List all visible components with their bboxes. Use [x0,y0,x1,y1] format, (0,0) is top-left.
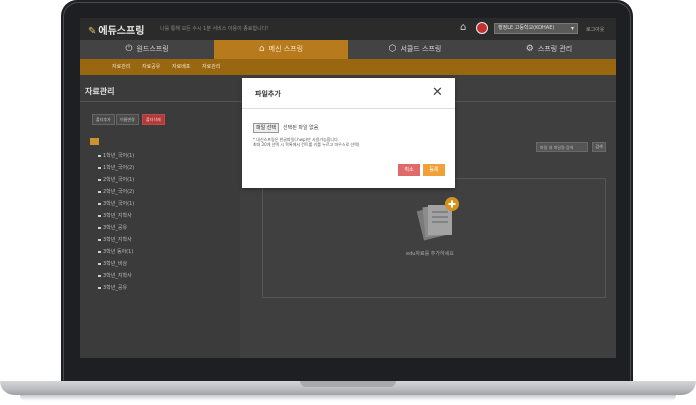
tree-item[interactable]: 3학년_국어(1) [98,200,134,207]
logout-link[interactable]: 로그아웃 [586,26,604,33]
sub-nav: 자료관리 자료공유 자료배포 자료관리 [80,59,616,75]
file-select-button[interactable]: 파일 선택 [253,123,279,133]
power-icon: ⏻ [125,44,133,54]
folder-icon [98,262,101,265]
school-select-value: 행정LE 고등학교(KOHAE) [498,25,555,31]
add-document-icon [416,197,459,241]
logo-text: 에듀스프링 [98,26,145,37]
folder-icon [98,274,101,277]
tree-item[interactable]: 3학년_비상 [98,260,127,267]
cube-icon: ⬡ [388,44,397,54]
nav-item-circle[interactable]: ⬡ 서클드 스프링 [348,40,482,59]
folder-icon [98,226,101,229]
empty-state-text: edu자료를 추가하세요 [406,251,454,257]
folder-icon [98,178,101,181]
close-icon[interactable]: ✕ [432,86,443,99]
tree-item[interactable]: 1학년_국어(1) [98,152,134,159]
logo-icon: ✎ [88,26,97,37]
tree-item[interactable]: 3학년 동아(1) [98,248,133,255]
avatar[interactable] [476,22,488,34]
search-input[interactable]: 파일 내 파일명 검색 [536,142,588,152]
nav-item-label: 메신 스프링 [268,45,304,53]
tree-item[interactable]: 3학년_공유 [98,224,127,231]
tree-item[interactable]: 3학년_지학사 [98,272,132,279]
tree-item[interactable]: 3학년_지학사 [98,212,132,219]
laptop-notch [300,381,396,387]
laptop-shadow [20,395,676,401]
subnav-item[interactable]: 자료관리 [202,63,220,70]
search-button[interactable]: 검색 [592,142,606,152]
nav-item-naesin[interactable]: ⌂ 메신 스프링 [214,40,348,59]
register-button[interactable]: 등록 [423,164,445,176]
screen: ✎ 에듀스프링 나를 통해 모든 수시 1분 서비스 이용이 종료합니다! ⌂ 행… [80,18,616,358]
tagline: 나를 통해 모든 수시 1분 서비스 이용이 종료합니다! [160,26,269,32]
nav-item-label: 원드스프링 [136,45,169,53]
home-icon: ⌂ [258,44,265,54]
folder-icon [98,190,101,193]
modal-title: 파일추가 [255,90,281,98]
file-status-text: 선택된 파일 없음 [283,125,319,131]
add-folder-button[interactable]: 폴더추가 [92,114,115,125]
page-title: 자료관리 [85,87,115,96]
subnav-item[interactable]: 자료관리 [112,63,130,70]
tree-item[interactable]: 2학년_국어(1) [98,176,134,183]
folder-icon[interactable] [90,138,99,145]
folder-icon [98,214,101,217]
nav-item-label: 스프링 관리 [537,45,573,53]
home-icon[interactable]: ⌂ [460,22,472,34]
nav-item-label: 서클드 스프링 [400,45,442,53]
add-file-modal: 파일추가 ✕ 파일 선택 선택된 파일 없음 * 내신스프링은 한글파일(.hw… [242,78,455,188]
cancel-button[interactable]: 취소 [398,164,420,176]
nav-item-admin[interactable]: ⚙ 스프링 관리 [482,40,616,59]
tree-item[interactable]: 2학년_국어(2) [98,188,134,195]
nav-item-wonde[interactable]: ⏻ 원드스프링 [80,40,214,59]
upload-note: * 내신스프링은 한글파일(.hwp)만 사용가능합니다. 최대 20개 선택 … [253,137,359,147]
divider [242,108,455,109]
tree-item[interactable]: 3학년_지학사 [98,236,132,243]
top-bar: ✎ 에듀스프링 나를 통해 모든 수시 1분 서비스 이용이 종료합니다! ⌂ 행… [80,18,616,40]
subnav-item[interactable]: 자료배포 [172,63,190,70]
tree-item[interactable]: 3학년_공유 [98,284,127,291]
gear-icon: ⚙ [525,44,534,54]
folder-icon [98,286,101,289]
tree-item[interactable]: 1학년_국어(2) [98,164,134,171]
folder-icon [98,202,101,205]
main-nav: ⏻ 원드스프링 ⌂ 메신 스프링 ⬡ 서클드 스프링 ⚙ 스프링 관리 [80,40,616,59]
folder-icon [98,238,101,241]
delete-folder-button[interactable]: 폴더삭제 [142,114,165,125]
rename-folder-button[interactable]: 이름변경 [116,114,139,125]
folder-icon [98,250,101,253]
chevron-down-icon: ▾ [570,25,574,32]
upload-note-line: 최대 20개 선택 시 목록에서 컨트롤 키를 누르고 마우스로 선택) [253,142,360,147]
folder-icon [98,166,101,169]
school-select[interactable]: 행정LE 고등학교(KOHAE) ▾ [494,23,578,34]
folder-icon [98,154,101,157]
logo[interactable]: ✎ 에듀스프링 [88,22,144,37]
subnav-item[interactable]: 자료공유 [142,63,160,70]
